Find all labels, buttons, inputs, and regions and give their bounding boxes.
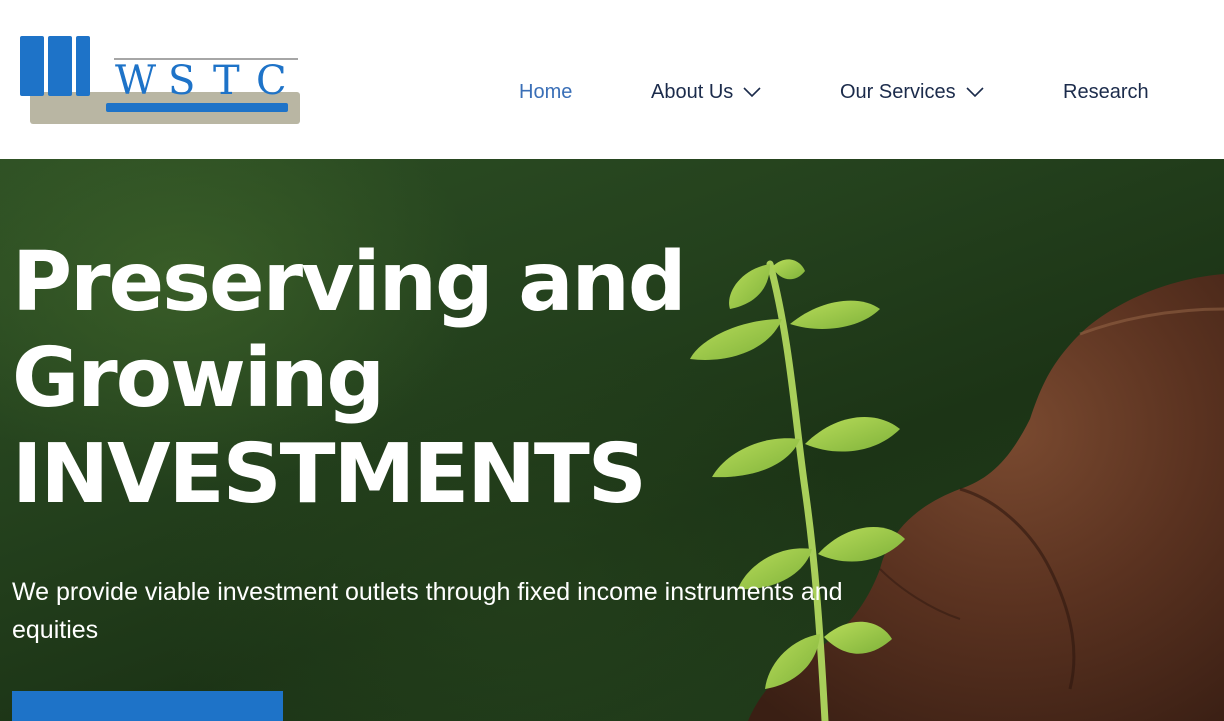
nav-item-label: About Us — [651, 80, 734, 103]
hero-headline-line: Growing — [12, 331, 385, 426]
chevron-down-icon — [743, 87, 761, 98]
chevron-down-icon — [966, 87, 984, 98]
nav-item-our-services[interactable]: Our Services — [840, 78, 985, 106]
hero-headline-line: INVESTMENTS — [12, 427, 647, 522]
nav-item-label: Home — [519, 80, 573, 103]
hero-section: Preserving and Growing INVESTMENTS We pr… — [0, 159, 1224, 721]
nav-item-label: Research — [1063, 80, 1149, 103]
site-header: W S T C Home About Us Our Services Resea… — [0, 0, 1224, 159]
hero-headline-line: Preserving and — [12, 235, 687, 330]
nav-item-label: Our Services — [840, 80, 956, 103]
nav-item-research[interactable]: Research — [1063, 78, 1149, 106]
hero-cta-button[interactable] — [12, 691, 283, 721]
main-nav: Home About Us Our Services Research — [0, 78, 1224, 106]
nav-item-about-us[interactable]: About Us — [651, 78, 762, 106]
hero-subheading: We provide viable investment outlets thr… — [12, 578, 843, 644]
nav-item-home[interactable]: Home — [519, 78, 572, 106]
hero-headline: Preserving and Growing INVESTMENTS — [12, 235, 712, 523]
